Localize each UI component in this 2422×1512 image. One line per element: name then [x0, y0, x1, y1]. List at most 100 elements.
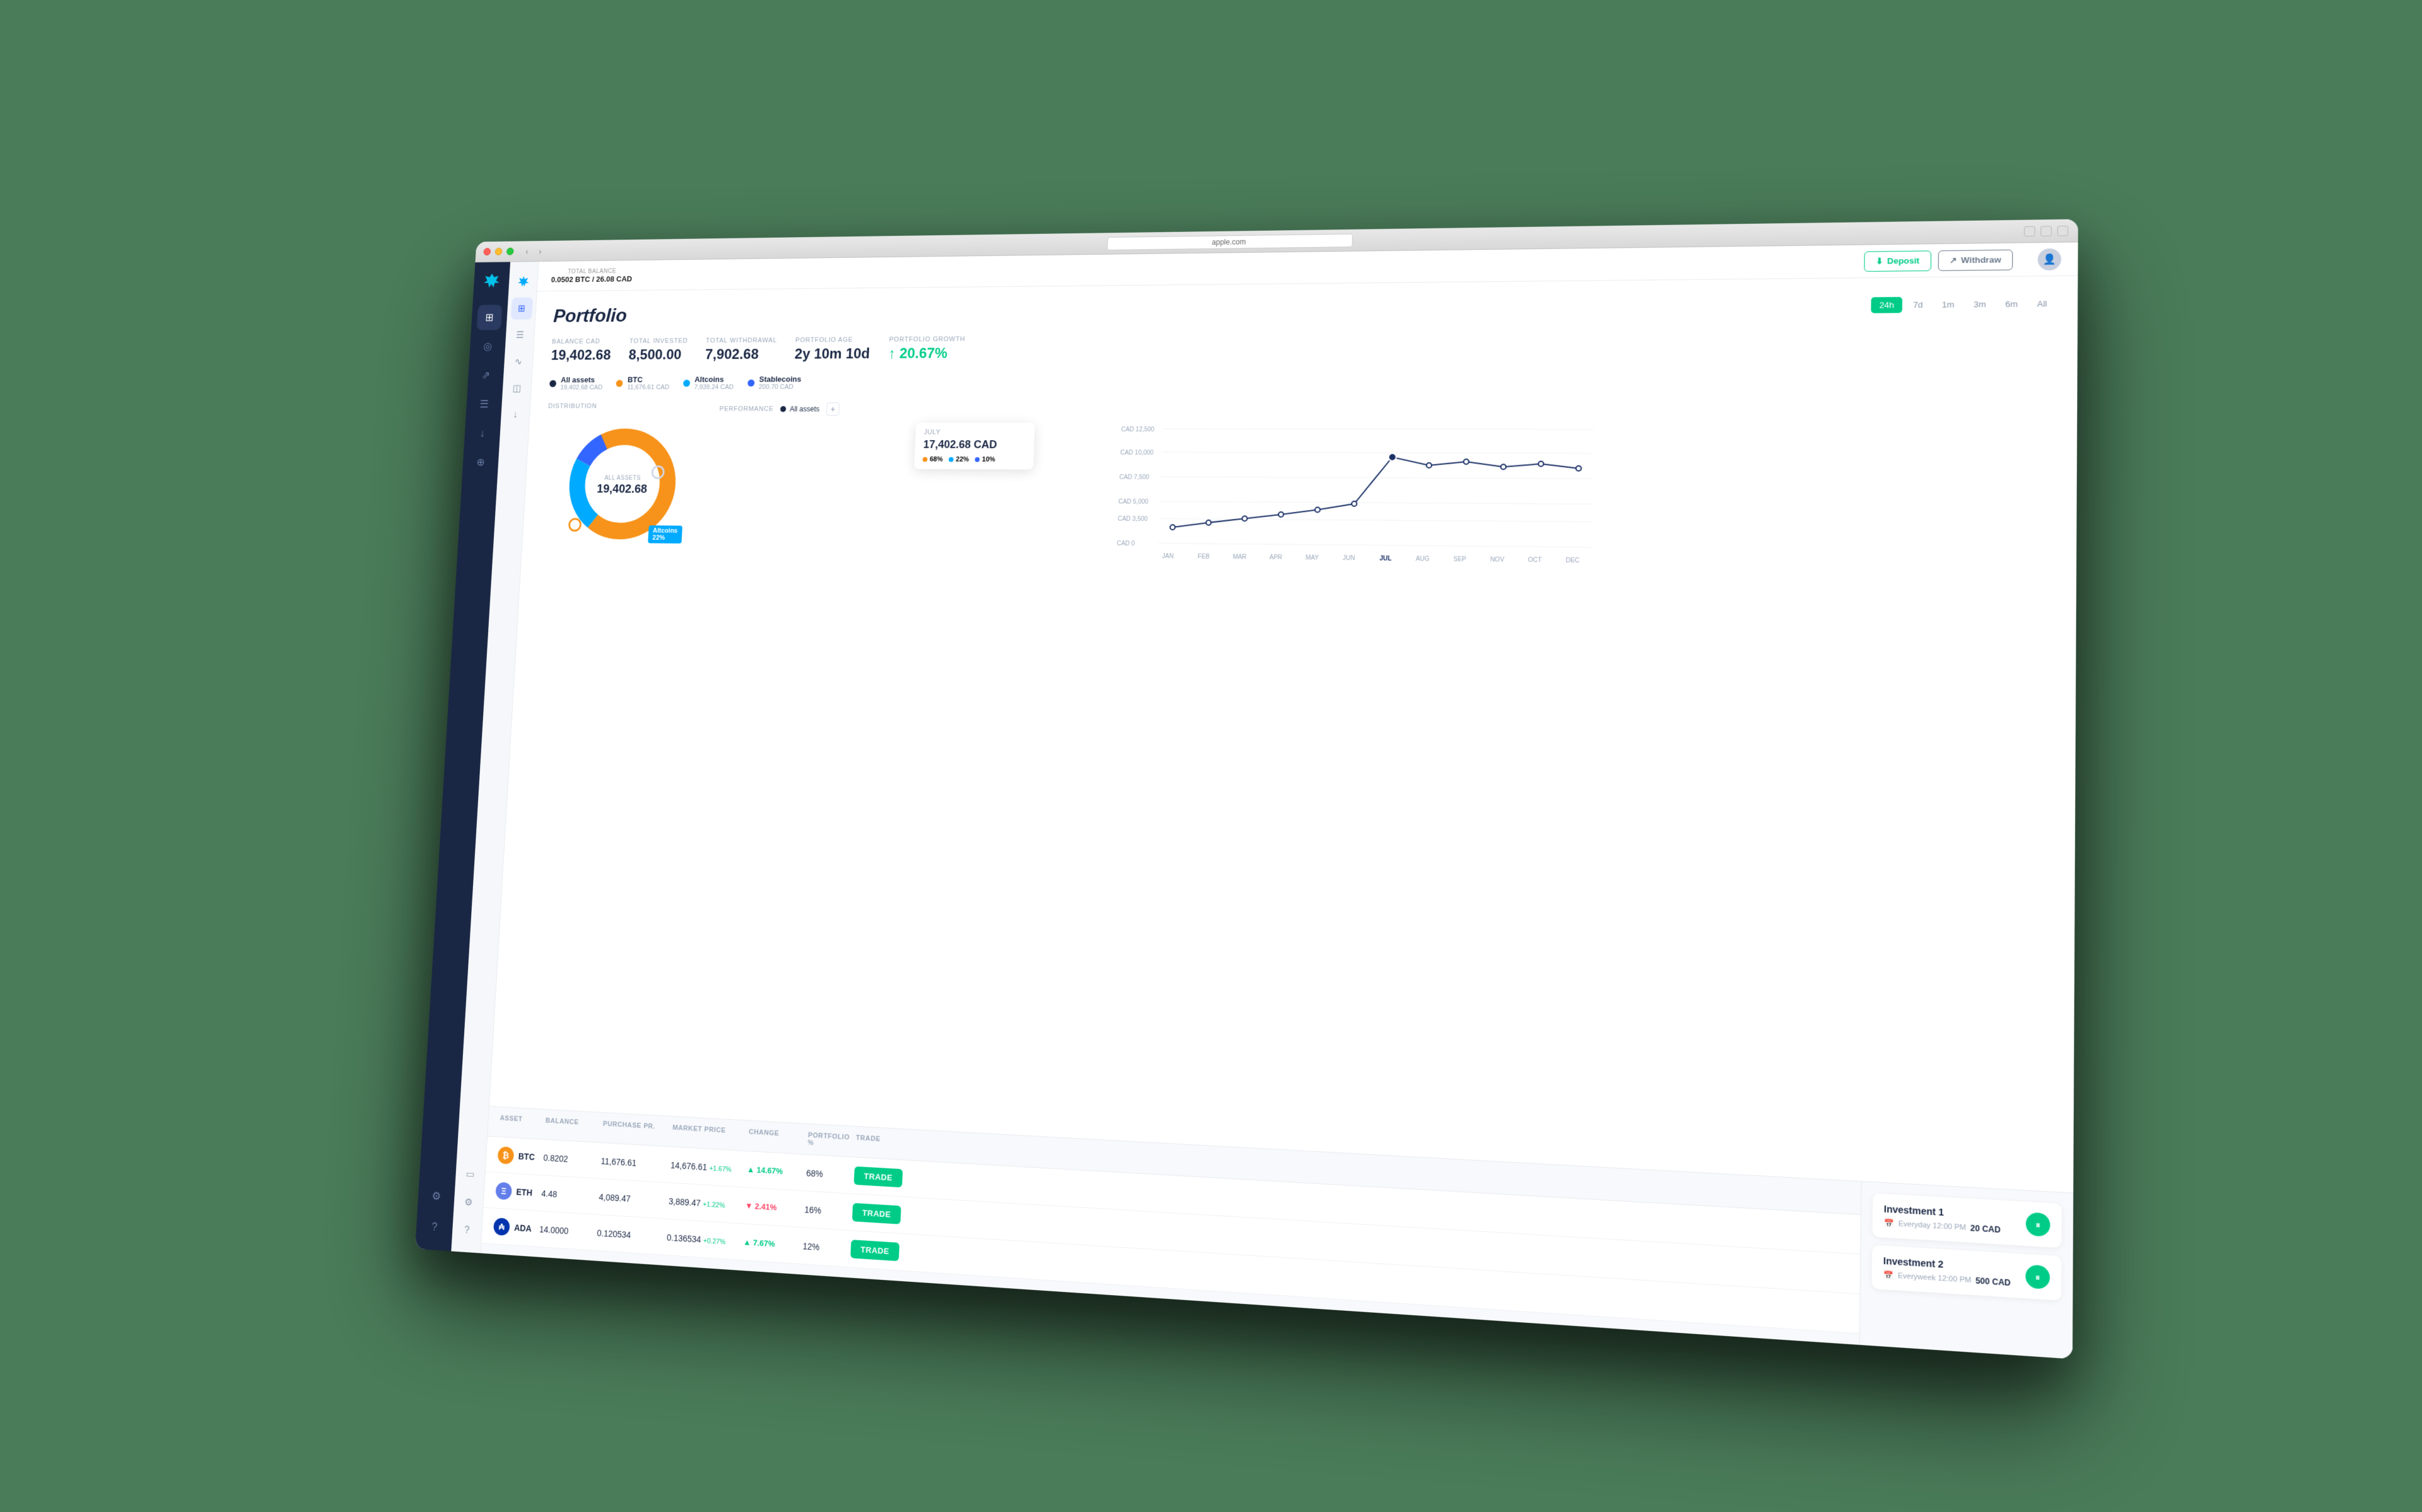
eth-market-price: 3,889.47 +1.22% — [669, 1196, 746, 1211]
performance-legend: All assets — [780, 405, 819, 413]
x-label-apr: APR — [1269, 554, 1282, 561]
ada-balance: 14.0000 — [539, 1224, 597, 1238]
time-tab-1m[interactable]: 1m — [1934, 296, 1963, 313]
portfolio-age-value: 2y 10m 10d — [794, 346, 870, 363]
sidebar-item-transactions[interactable]: ☰ — [471, 392, 497, 417]
tooltip-dot-btc — [923, 457, 928, 462]
tooltip-btc: 68% — [923, 456, 943, 463]
share-icon: ⇗ — [481, 369, 490, 381]
ada-icon: ₳ — [493, 1218, 510, 1236]
sidebar-item-social[interactable]: ⊕ — [468, 450, 494, 475]
distribution-section: DISTRIBUTION — [540, 403, 706, 550]
point-mar — [1242, 516, 1247, 521]
col-balance: BALANCE — [545, 1117, 603, 1136]
deposit-icon: ⬇ — [1876, 256, 1883, 266]
legend-altcoins[interactable]: Altcoins 7,939.24 CAD — [682, 375, 734, 390]
total-invested-label: TOTAL INVESTED — [629, 337, 688, 345]
btc-icon: ₿ — [498, 1146, 515, 1165]
inner-sidebar-item-chart[interactable]: ◫ — [506, 377, 528, 399]
donut-center: ALL ASSETS 19,402.68 — [597, 472, 648, 496]
sidebar-item-analytics[interactable]: ◎ — [475, 334, 501, 359]
legend-info-stablecoins: Stablecoins 200.70 CAD — [759, 375, 802, 391]
performance-section: PERFORMANCE All assets + — [711, 401, 2055, 578]
chart-icon: ◫ — [512, 383, 521, 394]
sidebar-item-help[interactable]: ? — [421, 1213, 448, 1241]
sidebar-item-settings[interactable]: ⚙ — [423, 1182, 450, 1210]
time-tab-3m[interactable]: 3m — [1965, 296, 1994, 313]
investment-1-amount: 20 CAD — [1970, 1223, 2001, 1235]
inner-sidebar-item-trend[interactable]: ∿ — [507, 351, 529, 373]
window-btn-2[interactable] — [2040, 226, 2052, 236]
close-dot[interactable] — [483, 248, 491, 255]
time-tab-7d[interactable]: 7d — [1905, 297, 1931, 313]
eth-change: ▼ 2.41% — [745, 1201, 805, 1214]
time-tabs: 24h 7d 1m 3m 6m All — [1871, 296, 2056, 313]
window-controls — [483, 248, 514, 255]
inner-sidebar-item-settings[interactable]: ⚙ — [457, 1190, 480, 1214]
legend-btc[interactable]: BTC 11,676.61 CAD — [616, 375, 670, 391]
minimize-dot[interactable] — [495, 248, 503, 255]
x-label-may: MAY — [1306, 554, 1319, 561]
inner-sidebar-item-download[interactable]: ↓ — [504, 404, 526, 426]
ada-change: ▲ 7.67% — [743, 1237, 803, 1250]
add-asset-button[interactable]: + — [826, 402, 840, 416]
window-btn-3[interactable] — [2057, 225, 2069, 236]
back-arrow[interactable]: ‹ — [521, 245, 533, 257]
performance-chart-svg: CAD 12,500 CAD 10,000 CAD 7,500 CAD 5,00… — [711, 422, 2055, 574]
ada-trade-button[interactable]: TRADE — [850, 1240, 899, 1261]
dashboard-icon: ⊞ — [485, 311, 494, 323]
sidebar-item-share[interactable]: ⇗ — [473, 363, 499, 388]
time-tab-all[interactable]: All — [2028, 296, 2055, 312]
withdraw-button[interactable]: ↗ Withdraw — [1938, 249, 2013, 270]
point-jan — [1170, 525, 1175, 530]
eth-trade-button[interactable]: TRADE — [852, 1203, 901, 1224]
app-layout: ⊞ ◎ ⇗ ☰ ↓ ⊕ — [415, 242, 2078, 1359]
asset-legend: All assets 19,402.68 CAD BTC 11,676.61 C… — [549, 370, 2056, 391]
eth-balance: 4.48 — [541, 1188, 599, 1201]
pause-icon-2: ⏸ — [2035, 1271, 2040, 1283]
address-bar[interactable]: apple.com — [1107, 233, 1353, 250]
total-withdrawal-value: 7,902.68 — [705, 346, 776, 363]
asset-cell-ada: ₳ ADA — [493, 1218, 540, 1238]
inner-sidebar-item-list[interactable]: ☰ — [509, 324, 531, 346]
portfolio-section: Portfolio 24h 7d 1m 3m 6m All — [489, 276, 2078, 1193]
window-btn-1[interactable] — [2024, 226, 2035, 236]
point-jul-highlight[interactable] — [1388, 453, 1396, 461]
point-may — [1315, 507, 1320, 512]
inner-sidebar-item-monitor[interactable]: ▭ — [459, 1162, 481, 1187]
investment-2-schedule-text: Everyweek 12:00 PM — [1898, 1272, 1972, 1284]
performance-line — [1173, 457, 1579, 530]
btc-portfolio-pct: 68% — [806, 1168, 855, 1180]
legend-info-btc: BTC 11,676.61 CAD — [627, 375, 670, 391]
download2-icon: ↓ — [513, 410, 518, 421]
sidebar-item-download[interactable]: ↓ — [469, 421, 495, 446]
performance-header: PERFORMANCE All assets + — [719, 401, 2055, 416]
btc-trade-button[interactable]: TRADE — [854, 1166, 903, 1188]
time-tab-6m[interactable]: 6m — [1997, 296, 2026, 312]
donut-center-label: ALL ASSETS — [604, 475, 641, 482]
legend-stablecoins[interactable]: Stablecoins 200.70 CAD — [747, 375, 802, 391]
maximize-dot[interactable] — [506, 248, 514, 255]
eth-icon: Ξ — [495, 1182, 512, 1200]
investment-1-pause-button[interactable]: ⏸ — [2026, 1212, 2051, 1236]
inner-sidebar-item-grid[interactable]: ⊞ — [510, 298, 532, 320]
user-avatar[interactable]: 👤 — [2038, 248, 2062, 270]
legend-all-assets[interactable]: All assets 19,402.68 CAD — [549, 375, 604, 391]
inner-sidebar-item-help[interactable]: ? — [455, 1218, 478, 1243]
social-icon: ⊕ — [476, 456, 485, 468]
tooltip-dot-alt — [949, 457, 954, 462]
forward-arrow[interactable]: › — [534, 245, 546, 257]
legend-dot-btc — [616, 380, 623, 387]
x-label-feb: FEB — [1198, 554, 1210, 561]
stat-balance-cad: BALANCE CAD 19,402.68 — [551, 338, 612, 364]
deposit-button[interactable]: ⬇ Deposit — [1864, 250, 1931, 272]
legend-dot-altcoins — [683, 380, 690, 387]
investment-1-schedule-text: Everyday 12:00 PM — [1898, 1220, 1966, 1232]
time-tab-24h[interactable]: 24h — [1871, 297, 1902, 313]
altcoins-badge: Altcoins 22% — [648, 525, 682, 544]
investment-2-pause-button[interactable]: ⏸ — [2025, 1264, 2050, 1289]
sidebar-item-dashboard[interactable]: ⊞ — [477, 305, 503, 330]
calendar-icon-2: 📅 — [1883, 1271, 1893, 1281]
balance-value: 0.0502 BTC / 26.08 CAD — [551, 274, 632, 284]
app-logo — [481, 271, 502, 292]
